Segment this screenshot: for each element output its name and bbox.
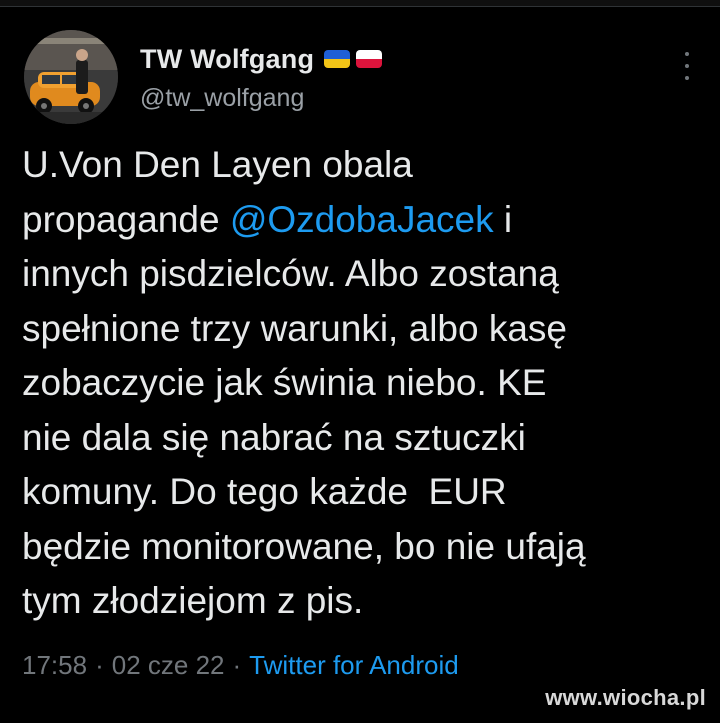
poland-flag-icon [356,50,383,68]
avatar-photo [24,30,118,124]
source-link[interactable]: Twitter for Android [249,650,459,681]
avatar[interactable] [24,30,118,124]
display-name[interactable]: TW Wolfgang [140,44,314,75]
more-options-icon[interactable] [682,52,692,80]
tweet-date[interactable]: 02 cze 22 [112,650,225,681]
ukraine-flag-icon [324,50,351,68]
user-info: TW Wolfgang @tw_wolfgang [140,42,383,113]
tweet-time[interactable]: 17:58 [22,650,87,681]
tweet-text: U.Von Den Layen obala propagande @Ozdoba… [22,138,702,629]
meta-separator: · [232,650,242,680]
meta-separator: · [95,650,104,680]
watermark: www.wiocha.pl [545,685,706,710]
flag-emojis [324,50,383,68]
user-handle[interactable]: @tw_wolfgang [140,84,382,113]
mention-link[interactable]: @OzdobaJacek [230,199,494,240]
tweet-text-part-2: i innych pisdzielców. Albo zostaną spełn… [22,198,586,622]
tweet-meta: 17:58 · 02 cze 22 · Twitter for Android [22,650,459,681]
name-row: TW Wolfgang [140,42,383,76]
tweet-card: TW Wolfgang @tw_wolfgang U.Von Den Layen… [0,0,720,723]
